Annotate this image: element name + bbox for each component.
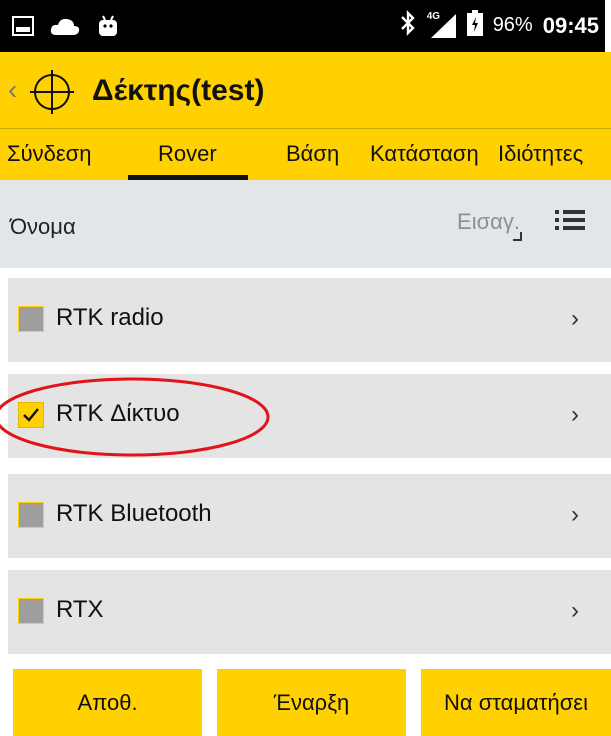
receiver-screen: 4G 96% 09:45 ‹ Δέκτης(test) Σύνδεση Rove… (0, 0, 611, 736)
rover-option-rtx[interactable]: RTX › (8, 570, 611, 654)
tab-base[interactable]: Βάση (286, 141, 339, 167)
back-chevron-icon[interactable]: ‹ (8, 74, 17, 106)
gallery-icon (12, 16, 34, 41)
chevron-right-icon: › (571, 401, 579, 428)
tab-connection[interactable]: Σύνδεση (7, 141, 92, 167)
rover-option-rtk-radio[interactable]: RTK radio › (8, 278, 611, 362)
tab-status[interactable]: Κατάσταση (370, 141, 479, 167)
rtk-radio-label: RTK radio (56, 304, 164, 331)
start-button[interactable]: Έναρξη (217, 669, 406, 736)
name-filter-row: Όνομα (0, 180, 611, 268)
chevron-right-icon: › (571, 305, 579, 332)
checkmark-icon (23, 408, 39, 422)
stop-button[interactable]: Να σταματήσει (421, 669, 611, 736)
status-bar: 4G 96% 09:45 (0, 0, 605, 52)
signal-icon: 4G (426, 10, 457, 39)
rover-option-rtk-network[interactable]: RTK Δίκτυο › (8, 374, 611, 458)
battery-percent: 96% (492, 14, 533, 36)
list-view-icon[interactable] (555, 208, 585, 237)
android-icon (96, 14, 120, 43)
save-button[interactable]: Αποθ. (13, 669, 202, 736)
status-bar-left (12, 14, 120, 43)
rtx-label: RTX (56, 596, 104, 623)
app-bar: ‹ Δέκτης(test) (0, 52, 611, 128)
tab-bar: Σύνδεση Rover Βάση Κατάσταση Ιδιότητες (0, 128, 611, 181)
tab-rover[interactable]: Rover (158, 141, 217, 167)
clock-time: 09:45 (542, 12, 599, 38)
network-type: 4G (426, 10, 441, 22)
target-icon[interactable] (28, 68, 76, 121)
cloud-icon (50, 16, 80, 41)
rtk-bluetooth-checkbox[interactable] (18, 502, 44, 528)
rover-option-rtk-bluetooth[interactable]: RTK Bluetooth › (8, 474, 611, 558)
input-resize-corner-icon (513, 232, 522, 241)
chevron-right-icon: › (571, 597, 579, 624)
name-label: Όνομα (10, 214, 76, 239)
chevron-right-icon: › (571, 501, 579, 528)
status-bar-right: 4G 96% 09:45 (399, 10, 599, 41)
rtk-network-checkbox[interactable] (18, 402, 44, 428)
tab-properties[interactable]: Ιδιότητες (498, 141, 583, 167)
rtk-bluetooth-label: RTK Bluetooth (56, 500, 212, 527)
rtk-radio-checkbox[interactable] (18, 306, 44, 332)
bluetooth-icon (399, 10, 417, 41)
page-title: Δέκτης(test) (92, 74, 265, 107)
battery-icon (466, 10, 483, 41)
rtx-checkbox[interactable] (18, 598, 44, 624)
rtk-network-label: RTK Δίκτυο (56, 400, 180, 427)
